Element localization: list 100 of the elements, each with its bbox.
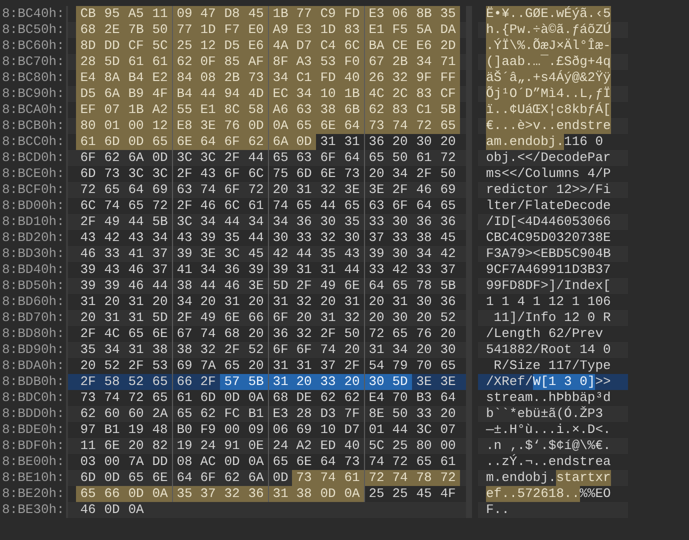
hex-byte: 65 xyxy=(415,454,433,470)
hex-byte: 3C xyxy=(151,166,169,182)
hex-byte: 6E xyxy=(172,134,196,150)
hex-byte: 35 xyxy=(79,342,97,358)
hex-byte: ED xyxy=(319,438,337,454)
hex-byte: 34 xyxy=(151,230,169,246)
hex-byte: 32 xyxy=(319,182,337,198)
hex-byte: E8 xyxy=(172,118,196,134)
ascii-text: .ÝÏ\%.ÕæJ×Äl°Îæ- xyxy=(486,38,611,54)
hex-byte: F5 xyxy=(388,22,412,38)
hex-byte: 2E xyxy=(100,22,124,38)
row-address: 8:BCD0h: xyxy=(1,150,66,166)
hex-byte: E6 xyxy=(244,38,268,54)
hex-byte: 6C xyxy=(223,198,241,214)
ascii-text: /XRef/ xyxy=(486,374,533,390)
hex-byte: 31 xyxy=(268,486,292,502)
hex-byte: 58 xyxy=(244,102,268,118)
hex-byte: C4 xyxy=(316,38,340,54)
hex-byte: 4C xyxy=(103,326,121,342)
ascii-text: CBC4C95D0320738E xyxy=(486,230,611,246)
hex-byte: 00 xyxy=(124,118,148,134)
hex-byte: 6D xyxy=(79,470,97,486)
ascii-text: b``*ebü±ã(Ó.ŽP3 xyxy=(486,406,604,422)
hex-byte: 38 xyxy=(316,102,340,118)
hex-byte: E4 xyxy=(76,70,100,86)
hex-byte: B4 xyxy=(124,70,148,86)
hex-byte: 64 xyxy=(439,390,457,406)
row-address: 8:BD20h: xyxy=(1,230,66,246)
hex-byte: 73 xyxy=(244,70,268,86)
ascii-text: /Length 62/Prev xyxy=(486,326,604,342)
hex-byte: DD xyxy=(151,454,169,470)
hex-byte: 6C xyxy=(79,198,97,214)
hex-byte: 24 xyxy=(199,438,217,454)
hex-byte: 83 xyxy=(340,22,364,38)
hex-byte: 5D xyxy=(100,54,124,70)
hex-byte: 6E xyxy=(151,470,169,486)
hex-byte: FF xyxy=(436,70,460,86)
hex-byte: 2F xyxy=(343,358,361,374)
hex-byte: 20 xyxy=(247,326,265,342)
hex-byte: 83 xyxy=(388,102,412,118)
hex-byte: 46 xyxy=(199,198,217,214)
hex-byte: 7B xyxy=(124,22,148,38)
hex-byte: 6F xyxy=(79,150,97,166)
hex-byte: 6F xyxy=(220,134,244,150)
hex-byte: 6E xyxy=(103,438,121,454)
hex-byte: 37 xyxy=(151,262,169,278)
hex-byte: 35 xyxy=(319,246,337,262)
hex-byte: B1 xyxy=(247,406,265,422)
hex-byte: 2B xyxy=(388,54,412,70)
row-address: 8:BE00h: xyxy=(1,454,66,470)
hex-byte: 35 xyxy=(172,486,196,502)
hex-byte: 61 xyxy=(340,470,364,486)
hex-byte: 2F xyxy=(199,374,217,390)
ascii-text: 11]/Info 12 0 R xyxy=(492,310,611,326)
row-address: 8:BDB0h: xyxy=(1,374,66,390)
hex-byte: 2F xyxy=(223,342,241,358)
hex-byte: 64 xyxy=(343,150,361,166)
hex-byte: E3 xyxy=(292,22,316,38)
hex-byte: 38 xyxy=(415,230,433,246)
hex-byte: 63 xyxy=(295,150,313,166)
hex-byte: CF xyxy=(436,86,460,102)
hex-byte: 8B xyxy=(412,6,436,22)
hex-byte: 4A xyxy=(268,38,292,54)
ascii-text: Ë•¥..GØE.wÉýã.‹5 xyxy=(486,6,611,22)
ascii-text: 1 1 4 1 12 1 106 xyxy=(486,294,611,310)
hex-byte: 3C xyxy=(199,150,217,166)
hex-byte: 65 xyxy=(223,358,241,374)
hex-byte: 31 xyxy=(103,310,121,326)
hex-byte: 79 xyxy=(391,358,409,374)
hex-byte: 44 xyxy=(295,246,313,262)
hex-byte: 32 xyxy=(343,310,361,326)
hex-byte: 80 xyxy=(415,438,433,454)
hex-byte: B3 xyxy=(415,390,433,406)
hex-byte: 34 xyxy=(199,262,217,278)
ascii-text: äŠ´â„.+s4Áý@&2Ÿÿ xyxy=(486,70,611,86)
hex-byte: 6F xyxy=(223,166,241,182)
hex-byte: 7F xyxy=(343,406,361,422)
hex-byte: 77 xyxy=(292,6,316,22)
hex-byte: 46 xyxy=(127,278,145,294)
hex-byte: 46 xyxy=(415,182,433,198)
hex-byte: 72 xyxy=(247,182,265,198)
hex-byte: 0D xyxy=(223,454,241,470)
hex-byte: 0A xyxy=(340,486,364,502)
row-address: 8:BD40h: xyxy=(1,262,66,278)
hex-byte: 1D xyxy=(316,22,340,38)
row-address: 8:BD30h: xyxy=(1,246,66,262)
hex-byte: 48 xyxy=(151,422,169,438)
hex-byte: 62 xyxy=(172,54,196,70)
hex-byte: 94 xyxy=(220,86,244,102)
hex-byte: 80 xyxy=(76,118,100,134)
row-address: 8:BE30h: xyxy=(1,502,66,518)
hex-byte: 62 xyxy=(319,390,337,406)
hex-byte: 53 xyxy=(316,54,340,70)
hex-byte: 65 xyxy=(103,182,121,198)
ascii-text: W[1 3 0] xyxy=(532,374,596,390)
hex-byte: 37 xyxy=(439,262,457,278)
hex-byte: 0F xyxy=(196,54,220,70)
hex-byte: 6F xyxy=(391,198,409,214)
ascii-text: lter/FlateDecode xyxy=(486,198,611,214)
hex-byte: B1 xyxy=(103,422,121,438)
